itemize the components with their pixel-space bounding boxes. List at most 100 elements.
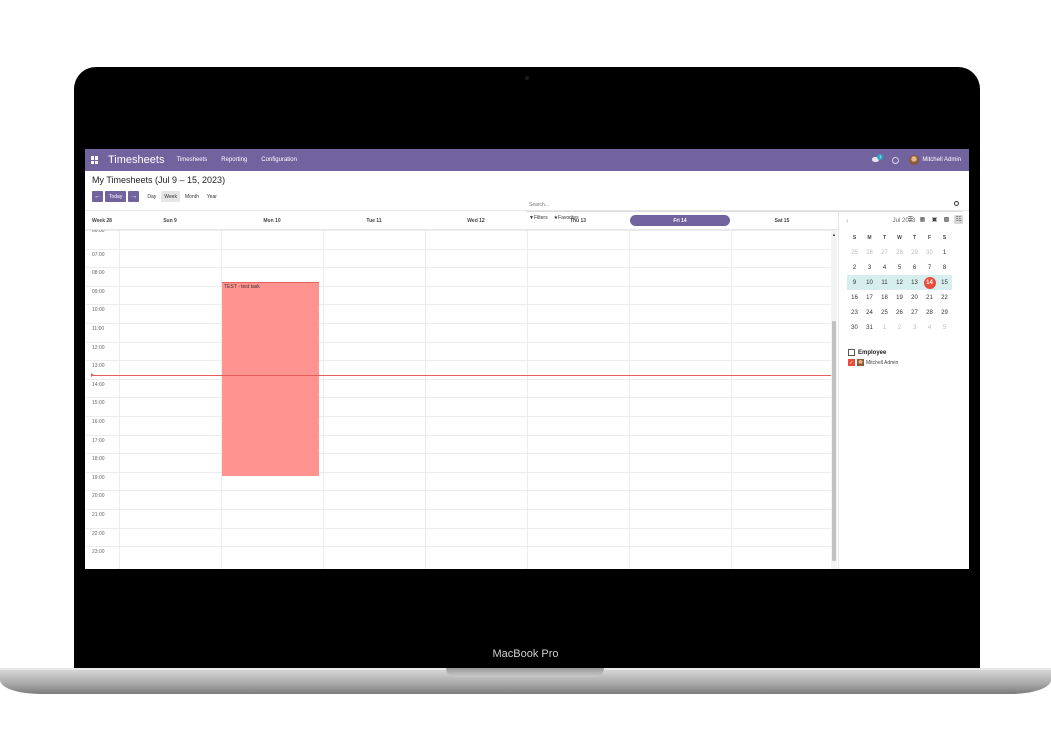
user-menu[interactable]: Mitchell Admin: [909, 155, 961, 165]
camera: [525, 76, 529, 80]
apps-grid-icon[interactable]: [91, 156, 99, 164]
scale-day-button[interactable]: Day: [144, 191, 159, 202]
search-input[interactable]: Search...: [526, 198, 962, 212]
filter-all-checkbox[interactable]: [848, 349, 855, 356]
mini-calendar-day[interactable]: 15: [937, 275, 952, 290]
mini-calendar-day[interactable]: 25: [877, 305, 892, 320]
scrollbar[interactable]: ▲: [831, 230, 837, 569]
mini-calendar-day[interactable]: 21: [922, 290, 937, 305]
column-divider: [629, 230, 630, 569]
mini-calendar-day[interactable]: 29: [907, 245, 922, 260]
column-divider: [425, 230, 426, 569]
mini-calendar-day[interactable]: 1: [877, 320, 892, 335]
mini-calendar-day[interactable]: 25: [847, 245, 862, 260]
mini-calendar-day[interactable]: 27: [907, 305, 922, 320]
mini-calendar-day[interactable]: 19: [892, 290, 907, 305]
day-header-sat[interactable]: Sat 15: [731, 212, 833, 229]
mini-calendar-day[interactable]: 20: [907, 290, 922, 305]
mini-calendar-today[interactable]: 14: [922, 275, 937, 290]
mini-calendar-day[interactable]: 30: [847, 320, 862, 335]
day-header-thu[interactable]: Thu 13: [527, 212, 629, 229]
day-header-fri[interactable]: Fri 14: [629, 212, 731, 229]
mini-calendar-day[interactable]: 3: [907, 320, 922, 335]
app-title[interactable]: Timesheets: [108, 154, 164, 166]
menu-configuration[interactable]: Configuration: [261, 157, 297, 163]
mini-calendar-header: ‹ Jul 2023 ›: [839, 212, 969, 230]
mini-calendar-day[interactable]: 2: [892, 320, 907, 335]
mini-calendar-day[interactable]: 26: [892, 305, 907, 320]
scale-week-button[interactable]: Week: [161, 191, 180, 202]
mini-calendar-day[interactable]: 18: [877, 290, 892, 305]
mini-calendar-day[interactable]: 24: [862, 305, 877, 320]
mini-calendar-day[interactable]: 13: [907, 275, 922, 290]
mini-calendar-day[interactable]: 22: [937, 290, 952, 305]
mini-calendar-day[interactable]: 7: [922, 260, 937, 275]
mini-calendar-day[interactable]: 1: [937, 245, 952, 260]
mini-calendar-day[interactable]: 28: [892, 245, 907, 260]
hour-row: [85, 490, 831, 509]
mini-calendar-day[interactable]: 16: [847, 290, 862, 305]
hour-row: [85, 434, 831, 454]
check-icon[interactable]: ✓: [848, 359, 855, 366]
mini-calendar-day[interactable]: 6: [907, 260, 922, 275]
clock-icon[interactable]: [892, 156, 900, 164]
calendar-nav: ← Today → Day Week Month Year: [92, 191, 220, 202]
mini-calendar-day[interactable]: 12: [892, 275, 907, 290]
mini-calendar-month: Jul 2023: [892, 218, 916, 224]
mini-calendar-day[interactable]: 5: [892, 260, 907, 275]
hour-label: 06:00: [92, 230, 105, 234]
chat-icon[interactable]: 1: [872, 154, 884, 164]
calendar-grid[interactable]: TEST - test task ▲ 06:00 07:00 08:00 09:00 1…: [85, 230, 838, 569]
menu-reporting[interactable]: Reporting: [221, 157, 247, 163]
mini-calendar-day[interactable]: 31: [862, 320, 877, 335]
scroll-thumb[interactable]: [832, 321, 836, 561]
search-icon[interactable]: [954, 201, 959, 206]
mini-calendar-day[interactable]: 2: [847, 260, 862, 275]
scroll-up-icon[interactable]: ▲: [832, 232, 836, 237]
chevron-left-icon[interactable]: ‹: [846, 218, 848, 225]
day-header-mon[interactable]: Mon 10: [221, 212, 323, 229]
mini-calendar-day[interactable]: 30: [922, 245, 937, 260]
mini-calendar-day[interactable]: 8: [937, 260, 952, 275]
mini-calendar-day[interactable]: 26: [862, 245, 877, 260]
mini-calendar-day[interactable]: 5: [937, 320, 952, 335]
chevron-right-icon[interactable]: ›: [960, 218, 962, 225]
day-header-wed[interactable]: Wed 12: [425, 212, 527, 229]
scale-year-button[interactable]: Year: [204, 191, 220, 202]
hour-label: 09:00: [92, 288, 105, 295]
menu-timesheets[interactable]: Timesheets: [176, 157, 207, 163]
filter-title[interactable]: Employee: [848, 349, 969, 356]
mini-calendar-day[interactable]: 27: [877, 245, 892, 260]
previous-button[interactable]: ←: [92, 191, 103, 202]
weekday-label: T: [912, 234, 917, 241]
mini-calendar-day[interactable]: 3: [862, 260, 877, 275]
mini-calendar-day[interactable]: 10: [862, 275, 877, 290]
hour-label: 07:00: [92, 251, 105, 258]
mini-calendar-day[interactable]: 23: [847, 305, 862, 320]
filter-title-label: Employee: [858, 349, 887, 356]
hour-label: 22:00: [92, 530, 105, 537]
next-button[interactable]: →: [128, 191, 140, 202]
mini-calendar-day[interactable]: 28: [922, 305, 937, 320]
today-button[interactable]: Today: [105, 191, 127, 202]
mini-calendar-day[interactable]: 17: [862, 290, 877, 305]
hour-label: 20:00: [92, 493, 105, 500]
filter-item[interactable]: ✓ Mitchell Admin: [848, 359, 969, 366]
scale-month-button[interactable]: Month: [182, 191, 202, 202]
weekday-label: S: [942, 234, 947, 241]
mini-calendar-day[interactable]: 4: [922, 320, 937, 335]
hour-label: 11:00: [92, 326, 105, 332]
navbar-systray: 1 Mitchell Admin: [872, 154, 961, 165]
day-header-tue[interactable]: Tue 11: [323, 212, 425, 229]
hour-row: [85, 397, 831, 416]
hour-label: 08:00: [92, 270, 105, 277]
mini-calendar-day[interactable]: 4: [877, 260, 892, 275]
mini-calendar-day[interactable]: 9: [847, 275, 862, 290]
mini-calendar-day[interactable]: 29: [937, 305, 952, 320]
hour-label: 19:00: [92, 474, 105, 481]
mini-calendar-day[interactable]: 11: [877, 275, 892, 290]
calendar-event[interactable]: TEST - test task: [222, 282, 319, 476]
day-header-sun[interactable]: Sun 9: [119, 212, 221, 229]
hour-row: [85, 527, 831, 547]
hour-label: 23:00: [92, 549, 105, 556]
